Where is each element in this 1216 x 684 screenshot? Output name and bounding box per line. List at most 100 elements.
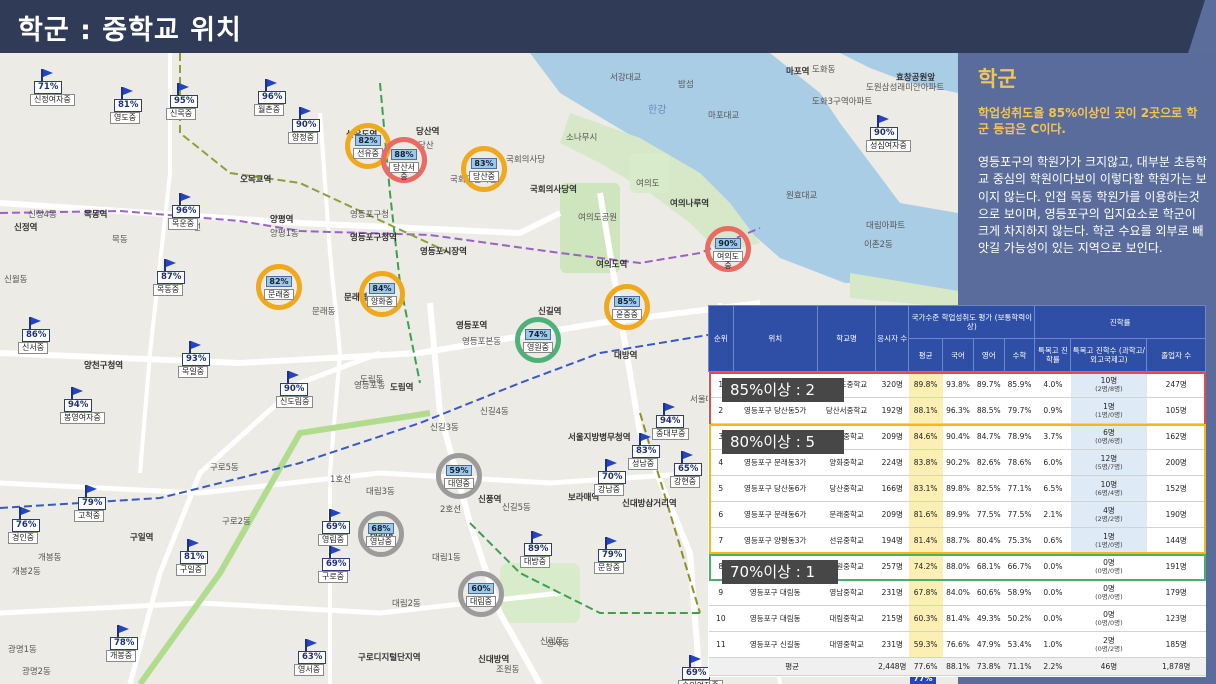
school-pin-pct[interactable]: 90% (280, 383, 309, 396)
school-pin-pct[interactable]: 70% (598, 471, 627, 484)
th-grads: 졸업자 수 (1146, 338, 1206, 372)
school-pin-name[interactable]: 신도림중 (276, 396, 314, 408)
school-ring[interactable]: 74% 영원중 (515, 317, 561, 363)
school-pin-pct[interactable]: 69% (682, 667, 711, 680)
school-pin-pct[interactable]: 87% (157, 271, 186, 284)
map-label: 구로2동 (222, 517, 251, 527)
school-pin-name[interactable]: 숭의여자중 (678, 680, 723, 684)
school-pin-pct[interactable]: 76% (12, 519, 41, 532)
school-ring[interactable]: 60% 대림중 (458, 571, 504, 617)
cell-students: 231명 (875, 631, 909, 658)
map-label: 대림아파트 (866, 221, 906, 231)
school-pin-name[interactable]: 신서중 (18, 342, 49, 354)
school-pin-name[interactable]: 성심여자중 (866, 140, 911, 152)
school-pin-pct[interactable]: 71% (34, 81, 63, 94)
school-pin-pct[interactable]: 90% (292, 119, 321, 132)
map-label: 대림2동 (392, 599, 421, 609)
map-label: 구로5동 (210, 463, 239, 473)
panel-title: 학군 (978, 67, 1017, 91)
cell-total-grads: 1,878명 (1146, 657, 1206, 676)
school-pin-pct[interactable]: 83% (632, 445, 661, 458)
school-pin-name[interactable]: 구로중 (318, 571, 349, 583)
ring-name: 당산중 (469, 171, 499, 182)
flag-icon (176, 83, 190, 95)
school-pin-pct[interactable]: 95% (170, 95, 199, 108)
ring-name: 대영중 (444, 478, 474, 489)
school-pin-name[interactable]: 개봉중 (106, 650, 137, 662)
school-pin-name[interactable]: 강남중 (594, 484, 625, 496)
school-pin-name[interactable]: 성남중 (628, 458, 659, 470)
school-ring[interactable]: 85% 윤중중 (604, 284, 650, 330)
map-label: 여의도공원 (578, 213, 618, 223)
school-ring[interactable]: 83% 당산중 (461, 146, 507, 192)
map-label: 양평1동 (270, 229, 299, 239)
map-label: 오목교역 (240, 175, 272, 185)
ring-pct: 59% (446, 465, 472, 476)
school-pin-pct[interactable]: 65% (674, 463, 703, 476)
school-pin-name[interactable]: 대방중 (520, 556, 551, 568)
school-pin-name[interactable]: 목동중 (153, 284, 184, 296)
school-ring[interactable]: 82% 문래중 (256, 264, 302, 310)
cell-grads: 179명 (1146, 579, 1206, 606)
school-pin-pct[interactable]: 94% (656, 415, 685, 428)
school-ring[interactable]: 84% 양화중 (359, 271, 405, 317)
school-pin-name[interactable]: 신목중 (166, 108, 197, 120)
flag-icon (604, 459, 618, 471)
flag-icon (604, 537, 618, 549)
school-ring[interactable]: 90% 여의도중 (705, 226, 751, 272)
panel-body: 영등포구의 학원가가 크지않고, 대부분 초등학교 중심의 학원이다보이 이렇다… (978, 155, 1207, 256)
school-pin-name[interactable]: 목일중 (178, 366, 209, 378)
school-pin-name[interactable]: 구일중 (176, 564, 207, 576)
school-pin-pct[interactable]: 96% (258, 91, 287, 104)
tech-count: 2명 (1103, 635, 1115, 645)
school-pin-name[interactable]: 강현중 (670, 476, 701, 488)
school-pin-pct[interactable]: 79% (78, 497, 107, 510)
map-label: 원효대교 (786, 191, 818, 201)
school-pin-name[interactable]: 영림중 (318, 534, 349, 546)
map-label: 마포역 (786, 67, 810, 77)
map-label: 도화동 (812, 65, 836, 75)
flag-icon (120, 87, 134, 99)
school-pin-pct[interactable]: 81% (114, 99, 143, 112)
th-students: 응시자 수 (875, 305, 910, 372)
cell-total-english: 73.8% (973, 657, 1005, 676)
cell-korean: 81.4% (942, 605, 974, 632)
school-pin-pct[interactable]: 86% (22, 329, 51, 342)
school-pin-pct[interactable]: 69% (322, 558, 351, 571)
school-pin-name[interactable]: 양정중 (288, 132, 319, 144)
school-pin-name[interactable]: 봉영여자중 (60, 412, 105, 424)
school-pin-pct[interactable]: 89% (524, 543, 553, 556)
school-pin-name[interactable]: 경인중 (8, 532, 39, 544)
ring-name: 양화중 (367, 296, 397, 307)
school-pin-name[interactable]: 영서중 (294, 664, 325, 676)
school-ring[interactable]: 68% 영남중 (358, 511, 404, 557)
school-pin-name[interactable]: 고척중 (74, 510, 105, 522)
map-label: 신길3동 (430, 423, 459, 433)
ring-pct: 60% (468, 583, 494, 594)
school-pin-name[interactable]: 문창중 (594, 562, 625, 574)
map-label: 도원삼성래미안아파트 (866, 83, 945, 93)
school-pin-pct[interactable]: 96% (172, 205, 201, 218)
school-pin-pct[interactable]: 81% (180, 551, 209, 564)
school-pin-pct[interactable]: 63% (298, 651, 327, 664)
ring-name: 문래중 (264, 289, 294, 300)
school-pin-name[interactable]: 목운중 (168, 218, 199, 230)
school-pin-name[interactable]: 신정여자중 (30, 94, 75, 106)
school-pin-pct[interactable]: 90% (870, 127, 899, 140)
school-pin-name[interactable]: 월촌중 (254, 104, 285, 116)
school-pin-pct[interactable]: 94% (64, 399, 93, 412)
cell-avg: 59.3% (908, 631, 943, 658)
cell-total-tech-count: 46명 (1070, 657, 1147, 676)
school-pin-name[interactable]: 중대부중 (652, 428, 690, 440)
ring-name: 대림중 (466, 596, 496, 607)
map-label: 신길역 (538, 307, 562, 317)
map-label: 도림역 (390, 383, 414, 393)
school-pin-pct[interactable]: 79% (598, 549, 627, 562)
school-pin-name[interactable]: 영도중 (110, 112, 141, 124)
th-english: 영어 (972, 338, 1005, 372)
school-ring[interactable]: 59% 대영중 (436, 453, 482, 499)
school-pin-pct[interactable]: 69% (322, 521, 351, 534)
school-pin-pct[interactable]: 78% (110, 637, 139, 650)
school-pin-pct[interactable]: 93% (182, 353, 211, 366)
school-ring[interactable]: 88% 당산서중 (381, 137, 427, 183)
